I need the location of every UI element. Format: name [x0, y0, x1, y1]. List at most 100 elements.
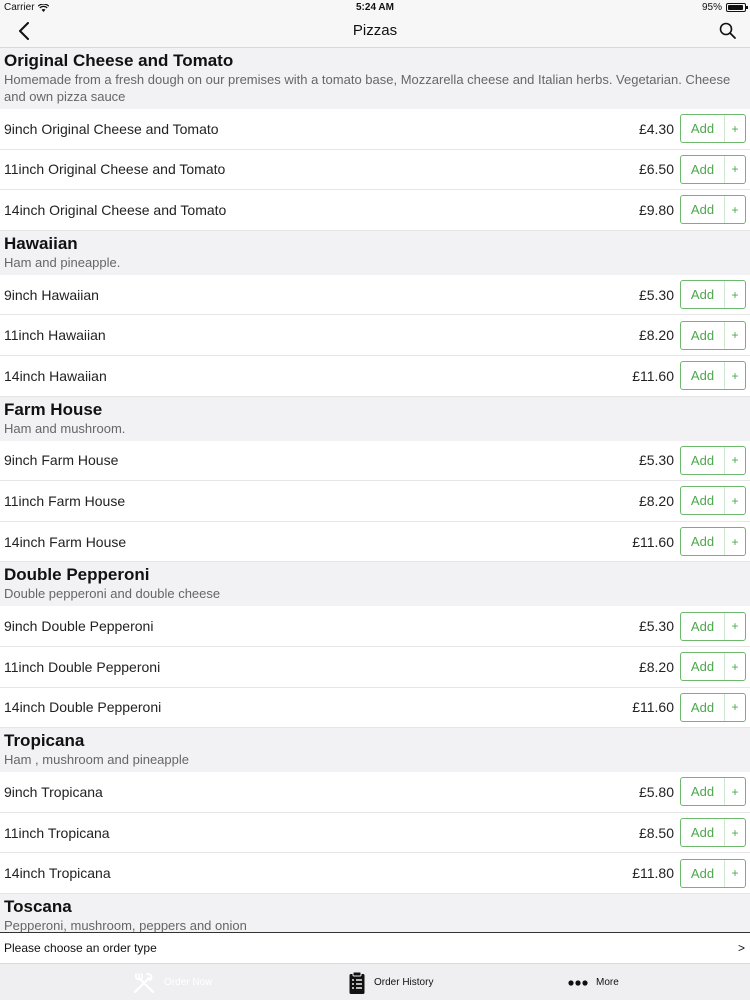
plus-icon[interactable]: + [725, 653, 745, 680]
add-to-order-control[interactable]: Add + [680, 652, 746, 682]
plus-icon[interactable]: + [725, 362, 745, 389]
menu-item-name: 11inch Tropicana [4, 824, 110, 841]
section-title: Original Cheese and Tomato [4, 51, 234, 70]
add-button[interactable]: Add [681, 446, 725, 474]
menu-item-row[interactable]: 14inch Tropicana £11.80 Add + [0, 853, 750, 894]
menu-item-row[interactable]: 14inch Hawaiian £11.60 Add + [0, 355, 750, 397]
section-header: Farm House Ham and mushroom. [0, 396, 750, 441]
menu-item-row[interactable]: 9inch Double Pepperoni £5.30 Add + [0, 606, 750, 647]
add-to-order-control[interactable]: Add + [680, 527, 746, 557]
section-description: Homemade from a fresh dough on our premi… [4, 72, 731, 104]
menu-item-row[interactable]: 11inch Tropicana £8.50 Add + [0, 812, 750, 854]
add-to-order-control[interactable]: Add + [680, 320, 746, 350]
status-bar: Carrier 5:24 AM 95% [0, 0, 750, 14]
menu-item-price: £4.30 [638, 120, 674, 137]
section-description: Ham and mushroom. [4, 420, 126, 436]
battery-percent: 95% [701, 2, 722, 13]
plus-icon[interactable]: + [725, 156, 745, 183]
plus-icon[interactable]: + [725, 528, 745, 555]
plus-icon[interactable]: + [725, 196, 745, 223]
add-to-order-control[interactable]: Add + [680, 114, 746, 144]
section-header: Toscana Pepperoni, mushroom, peppers and … [0, 893, 750, 932]
menu-item-name: 11inch Hawaiian [4, 327, 106, 344]
menu-item-row[interactable]: 9inch Farm House £5.30 Add + [0, 440, 750, 482]
add-button[interactable]: Add [681, 693, 725, 721]
add-to-order-control[interactable]: Add + [680, 692, 746, 722]
add-to-order-control[interactable]: Add + [680, 818, 746, 848]
add-button[interactable]: Add [681, 778, 725, 806]
plus-icon[interactable]: + [725, 115, 745, 142]
add-to-order-control[interactable]: Add + [680, 154, 746, 184]
add-to-order-control[interactable]: Add + [680, 486, 746, 516]
add-to-order-control[interactable]: Add + [680, 445, 746, 475]
menu-item-price: £9.80 [638, 201, 674, 218]
menu-item-price: £11.60 [632, 533, 674, 550]
menu-item-row[interactable]: 11inch Hawaiian £8.20 Add + [0, 315, 750, 356]
add-button[interactable]: Add [681, 115, 725, 143]
add-button[interactable]: Add [681, 487, 725, 515]
menu-item-row[interactable]: 9inch Original Cheese and Tomato £4.30 Add… [0, 109, 750, 150]
tab-order-now[interactable]: Order Now [132, 964, 212, 1000]
menu-item-name: 14inch Farm House [4, 533, 127, 550]
section-title: Farm House [4, 399, 103, 419]
tab-more[interactable]: More [568, 964, 619, 1000]
menu-item-row[interactable]: 14inch Double Pepperoni £11.60 Add + [0, 687, 750, 729]
plus-icon[interactable]: + [725, 778, 745, 805]
section-title: Tropicana [4, 731, 85, 751]
add-button[interactable]: Add [681, 321, 725, 349]
menu-item-row[interactable]: 11inch Farm House £8.20 Add + [0, 481, 750, 522]
page-title: Pizzas [352, 22, 398, 39]
fork-knife-icon [133, 972, 155, 993]
battery-icon [726, 3, 748, 12]
menu-item-price: £8.20 [638, 658, 674, 675]
add-button[interactable]: Add [681, 819, 725, 847]
search-button[interactable] [718, 21, 738, 41]
add-button[interactable]: Add [681, 612, 725, 640]
plus-icon[interactable]: + [725, 487, 745, 514]
menu-item-row[interactable]: 11inch Original Cheese and Tomato £6.50 Ad… [0, 149, 750, 191]
add-to-order-control[interactable]: Add + [680, 195, 746, 225]
menu-item-row[interactable]: 9inch Tropicana £5.80 Add + [0, 772, 750, 813]
section-header: Double Pepperoni Double pepperoni and dou… [0, 562, 750, 607]
plus-icon[interactable]: + [725, 860, 745, 887]
menu-item-name: 9inch Original Cheese and Tomato [4, 120, 219, 137]
clipboard-icon [349, 971, 365, 994]
add-button[interactable]: Add [681, 196, 725, 224]
add-button[interactable]: Add [681, 362, 725, 390]
menu-item-price: £5.30 [638, 452, 674, 469]
menu-item-row[interactable]: 14inch Farm House £11.60 Add + [0, 521, 750, 563]
add-to-order-control[interactable]: Add + [680, 858, 746, 888]
tab-order-history[interactable]: Order History [348, 964, 433, 1000]
plus-icon[interactable]: + [725, 819, 745, 846]
plus-icon[interactable]: + [725, 447, 745, 474]
section-title: Hawaiian [4, 233, 78, 253]
add-button[interactable]: Add [681, 653, 725, 681]
add-to-order-control[interactable]: Add + [680, 611, 746, 641]
menu-item-price: £6.50 [638, 161, 674, 178]
plus-icon[interactable]: + [725, 694, 745, 721]
plus-icon[interactable]: + [725, 322, 745, 349]
add-button[interactable]: Add [681, 528, 725, 556]
tab-more-label: More [596, 977, 619, 988]
menu-item-row[interactable]: 9inch Hawaiian £5.30 Add + [0, 274, 750, 316]
menu-item-name: 9inch Tropicana [4, 783, 103, 800]
plus-icon[interactable]: + [725, 281, 745, 308]
menu-item-name: 14inch Double Pepperoni [4, 699, 162, 716]
section-description: Double pepperoni and double cheese [4, 586, 221, 602]
section-header: Hawaiian Ham and pineapple. [0, 230, 750, 275]
add-to-order-control[interactable]: Add + [680, 361, 746, 391]
add-to-order-control[interactable]: Add + [680, 777, 746, 807]
menu-list[interactable]: Original Cheese and Tomato Homemade from … [0, 48, 750, 932]
add-button[interactable]: Add [681, 281, 725, 309]
menu-item-row[interactable]: 11inch Double Pepperoni £8.20 Add + [0, 646, 750, 688]
menu-item-name: 14inch Tropicana [4, 865, 111, 882]
battery-fill [728, 5, 744, 10]
add-button[interactable]: Add [681, 859, 725, 887]
menu-item-price: £11.60 [632, 699, 674, 716]
order-type-selector[interactable]: Please choose an order type > [0, 932, 750, 963]
menu-item-row[interactable]: 14inch Original Cheese and Tomato £9.80 Ad… [0, 190, 750, 231]
menu-item-price: £5.80 [638, 783, 674, 800]
add-to-order-control[interactable]: Add + [680, 280, 746, 310]
plus-icon[interactable]: + [725, 613, 745, 640]
add-button[interactable]: Add [681, 155, 725, 183]
